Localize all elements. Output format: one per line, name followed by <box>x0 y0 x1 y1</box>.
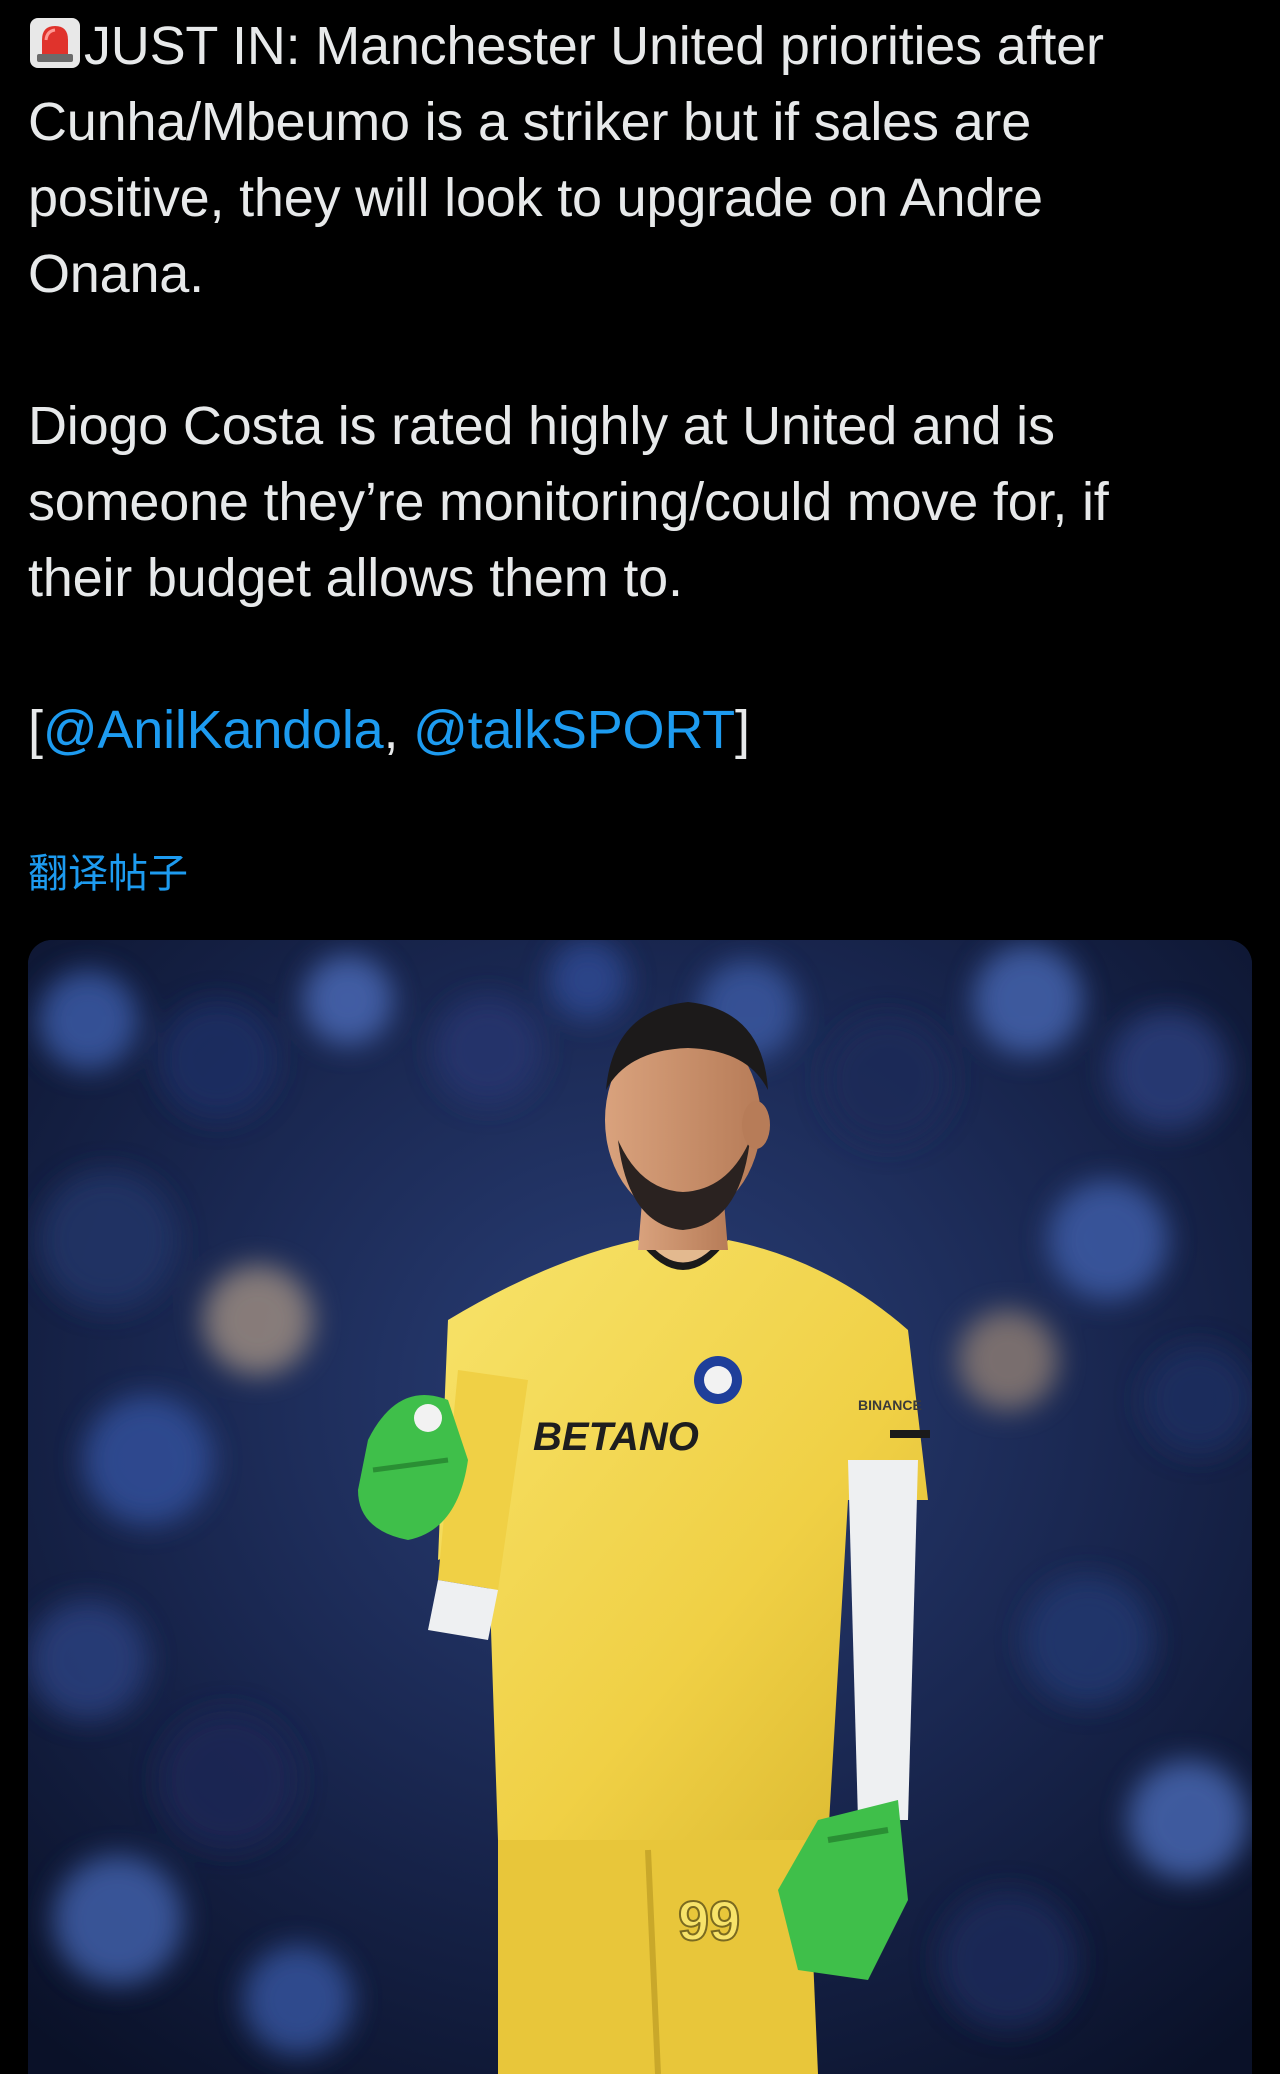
sources-close-bracket: ] <box>734 700 750 760</box>
goalkeeper-photo: BETANO BINANCE 99 <box>28 940 1252 2074</box>
costa-line-3: their budget allows them to. <box>28 548 683 608</box>
mention-anilkandola-link[interactable]: @AnilKandola <box>43 700 384 760</box>
tweet-media-photo[interactable]: BETANO BINANCE 99 <box>28 940 1252 2074</box>
shorts-number-text: 99 <box>678 1889 740 1952</box>
tweet-paragraph-costa: Diogo Costa is rated highly at United an… <box>28 388 1228 616</box>
tweet: JUST IN: Manchester United priorities af… <box>0 0 1280 2074</box>
costa-line-2: someone they’re monitoring/could move fo… <box>28 472 1109 532</box>
costa-line-1: Diogo Costa is rated highly at United an… <box>28 396 1055 456</box>
headline-line-3: positive, they will look to upgrade on A… <box>28 168 1043 228</box>
headline-line-2: Cunha/Mbeumo is a striker but if sales a… <box>28 92 1032 152</box>
rotating-light-siren-icon <box>30 18 80 68</box>
sleeve-sponsor-text: BINANCE <box>858 1397 922 1413</box>
headline-line-4: Onana. <box>28 244 204 304</box>
mention-talksport-link[interactable]: @talkSPORT <box>413 700 735 760</box>
tweet-sources: [@AnilKandola, @talkSPORT] <box>28 692 1228 768</box>
headline-line-1: JUST IN: Manchester United priorities af… <box>84 16 1104 76</box>
translate-post-link[interactable]: 翻译帖子 <box>28 850 188 898</box>
tweet-text: JUST IN: Manchester United priorities af… <box>28 8 1228 768</box>
sources-open-bracket: [ <box>28 700 43 760</box>
sources-separator: , <box>383 700 414 760</box>
kit-sponsor-text: BETANO <box>533 1415 699 1459</box>
tweet-paragraph-headline: JUST IN: Manchester United priorities af… <box>28 8 1228 312</box>
